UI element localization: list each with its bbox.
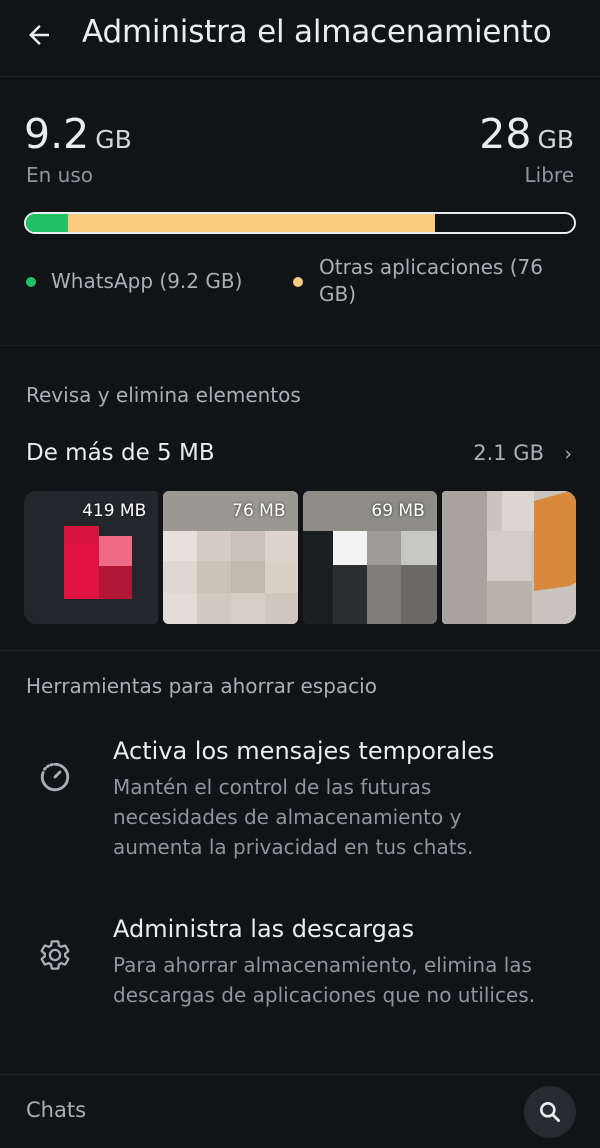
divider xyxy=(0,1074,600,1075)
legend-other-apps: Otras aplicaciones (76 GB) xyxy=(319,255,543,306)
tools-heading: Herramientas para ahorrar espacio xyxy=(26,674,377,698)
app-bar: Administra el almacenamiento xyxy=(0,0,600,74)
large-files-size: 2.1 GB xyxy=(473,441,544,465)
used-unit: GB xyxy=(95,125,132,154)
search-icon xyxy=(540,1102,561,1123)
gear-icon xyxy=(40,940,70,970)
legend-whatsapp: WhatsApp (9.2 GB) xyxy=(51,269,243,293)
free-storage: 28 GB xyxy=(479,110,574,158)
large-files-row[interactable]: De más de 5 MB 2.1 GB › xyxy=(0,425,600,483)
tool-title: Activa los mensajes temporales xyxy=(113,737,495,765)
other-apps-legend-dot xyxy=(293,277,303,287)
storage-bar-whatsapp xyxy=(26,214,69,232)
thumbnail-size: 69 MB xyxy=(371,501,425,521)
large-files-label: De más de 5 MB xyxy=(26,440,215,466)
large-files-thumbnails: 419 MB 76 MB 69 MB xyxy=(24,491,576,624)
tool-description: Para ahorrar almacenamiento, elimina las… xyxy=(113,953,536,1007)
thumbnail-video[interactable]: 76 MB xyxy=(163,491,298,624)
free-label: Libre xyxy=(524,163,574,187)
tool-description: Mantén el control de las futuras necesid… xyxy=(113,775,474,859)
arrow-back-icon xyxy=(29,25,49,45)
chats-heading: Chats xyxy=(26,1098,87,1122)
free-value: 28 xyxy=(479,110,532,158)
thumbnail-size: 419 MB xyxy=(82,501,147,521)
storage-bar-other xyxy=(68,214,436,232)
used-value: 9.2 xyxy=(24,110,90,158)
timer-icon xyxy=(40,762,70,792)
divider xyxy=(0,345,600,346)
used-storage: 9.2 GB xyxy=(24,110,132,158)
tool-title: Administra las descargas xyxy=(113,915,415,943)
free-unit: GB xyxy=(537,125,574,154)
divider xyxy=(0,76,600,77)
thumbnail-file[interactable]: 419 MB xyxy=(24,491,159,624)
thumbnail-size: 76 MB xyxy=(232,501,286,521)
whatsapp-legend-dot xyxy=(26,277,36,287)
review-heading: Revisa y elimina elementos xyxy=(26,383,301,407)
disappearing-messages-item[interactable]: Activa los mensajes temporales Mantén el… xyxy=(0,725,600,865)
search-button[interactable] xyxy=(524,1086,576,1138)
divider xyxy=(0,650,600,651)
blurred-thumbnail-image xyxy=(441,491,576,624)
chevron-right-icon: › xyxy=(564,443,572,465)
manage-downloads-item[interactable]: Administra las descargas Para ahorrar al… xyxy=(0,905,600,1045)
thumbnail-image[interactable] xyxy=(441,491,576,624)
back-button[interactable] xyxy=(22,18,56,52)
thumbnail-video[interactable]: 69 MB xyxy=(302,491,437,624)
storage-bar xyxy=(24,212,576,234)
used-label: En uso xyxy=(26,163,94,187)
page-title: Administra el almacenamiento xyxy=(82,14,552,50)
